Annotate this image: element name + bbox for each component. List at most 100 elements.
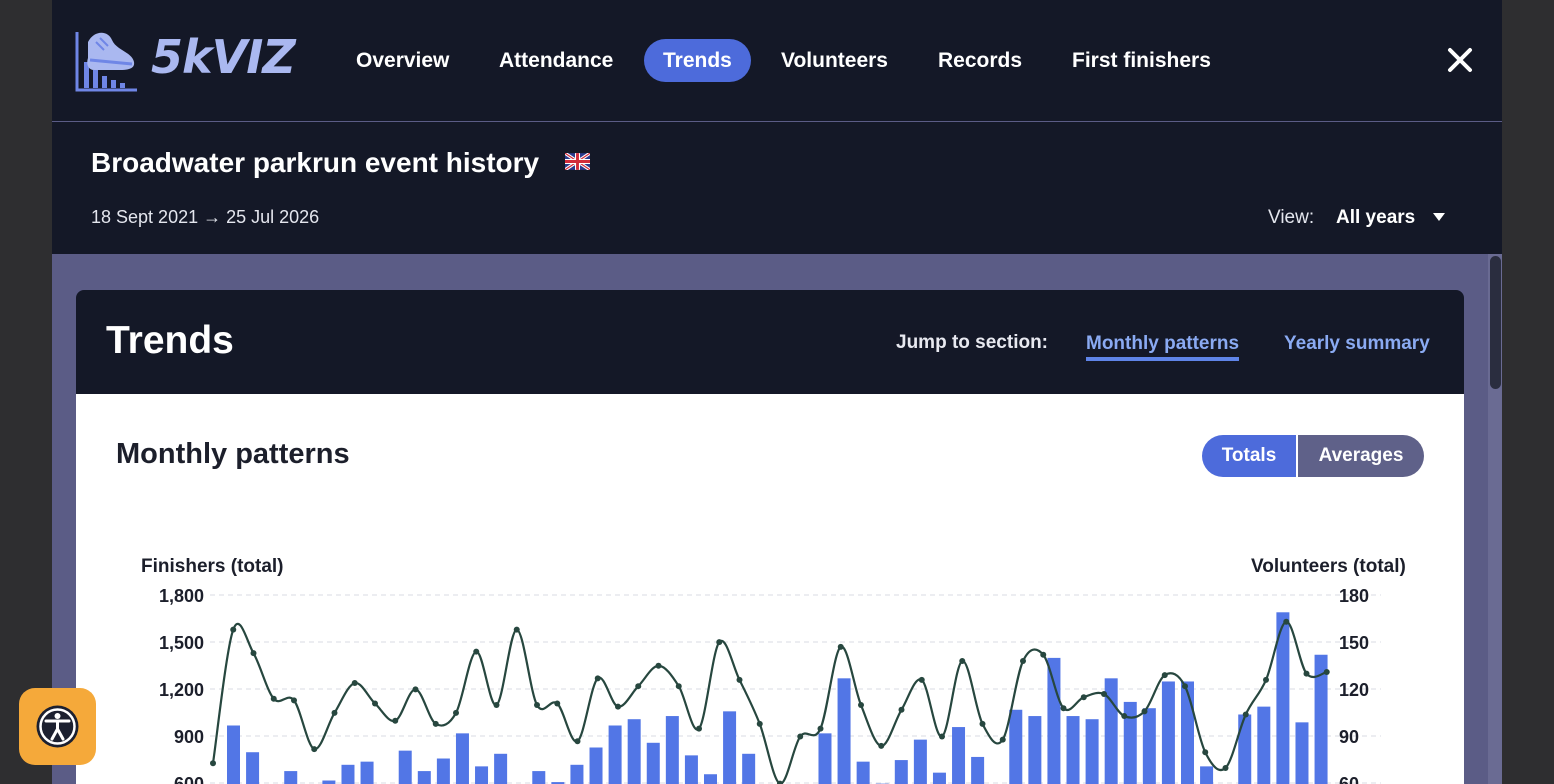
left-tick-label: 1,200 xyxy=(159,680,204,700)
nav-records[interactable]: Records xyxy=(919,39,1041,82)
line-point xyxy=(372,700,378,707)
bar xyxy=(818,733,832,784)
left-tick-label: 1,800 xyxy=(159,586,204,606)
bar xyxy=(227,725,240,784)
line-point xyxy=(878,742,885,749)
accessibility-button[interactable] xyxy=(19,688,96,765)
line-point xyxy=(493,702,500,709)
bar xyxy=(932,772,946,784)
bar xyxy=(417,771,431,784)
line-point xyxy=(270,695,277,702)
line-point xyxy=(351,680,358,687)
line-point xyxy=(675,683,682,690)
bar xyxy=(475,766,489,784)
view-label: View: xyxy=(1268,207,1315,228)
bar xyxy=(1238,714,1252,784)
section-title: Trends xyxy=(106,319,234,362)
line-point xyxy=(837,643,844,650)
bar xyxy=(1047,657,1061,784)
bar xyxy=(494,753,508,784)
line-point xyxy=(311,746,318,753)
bar xyxy=(398,750,412,784)
line-point xyxy=(979,720,986,727)
app-window: 5kVIZ Overview Attendance Trends Volunte… xyxy=(52,0,1502,784)
line-point xyxy=(1222,764,1229,771)
bar xyxy=(1009,709,1023,784)
uk-flag-icon xyxy=(565,153,590,170)
line-point xyxy=(453,709,459,716)
trends-header: Trends Jump to section: Monthly patterns… xyxy=(76,290,1464,394)
jump-link-yearly-summary[interactable]: Yearly summary xyxy=(1284,333,1430,355)
right-tick-label: 180 xyxy=(1339,586,1369,606)
line-point xyxy=(817,725,824,732)
line-point xyxy=(736,676,743,683)
line-point xyxy=(534,702,540,709)
bar xyxy=(913,739,927,784)
jump-to-label: Jump to section: xyxy=(896,332,1049,353)
bar xyxy=(971,756,985,784)
line-point xyxy=(858,702,864,709)
bar xyxy=(322,780,336,784)
bar xyxy=(360,761,374,784)
scrollbar-thumb[interactable] xyxy=(1490,256,1501,389)
line-point xyxy=(1020,658,1026,665)
line-point xyxy=(432,720,439,727)
bar xyxy=(570,764,584,784)
line-point xyxy=(1263,676,1269,683)
view-select[interactable]: All years xyxy=(1336,207,1415,229)
bar xyxy=(1028,716,1042,784)
line-point xyxy=(1303,670,1310,677)
left-tick-label: 900 xyxy=(174,727,204,747)
event-header: Broadwater parkrun event history 18 Sept… xyxy=(52,122,1502,254)
nav-overview[interactable]: Overview xyxy=(337,39,468,82)
line-point xyxy=(1060,705,1067,712)
bar xyxy=(952,727,966,784)
bar xyxy=(1085,719,1099,784)
app-logo-text[interactable]: 5kVIZ xyxy=(151,30,296,84)
line-point xyxy=(1040,651,1047,658)
bar xyxy=(856,761,870,784)
close-icon[interactable] xyxy=(1447,47,1473,73)
line-point xyxy=(939,733,945,740)
line-point xyxy=(574,738,581,745)
bar xyxy=(1295,722,1309,784)
right-tick-label: 60 xyxy=(1339,774,1359,784)
line-point xyxy=(898,706,905,713)
bar xyxy=(1066,716,1080,784)
bar xyxy=(1161,681,1175,784)
line-point xyxy=(210,760,216,767)
line-point xyxy=(594,675,601,682)
line-point xyxy=(1121,713,1128,720)
line-point xyxy=(230,626,237,633)
bar xyxy=(704,774,717,784)
right-tick-label: 150 xyxy=(1339,633,1369,653)
event-date-range: 18 Sept 2021 → 25 Jul 2026 xyxy=(91,207,320,227)
line-point xyxy=(1182,683,1188,690)
bar xyxy=(837,678,851,784)
line-point xyxy=(1323,669,1330,676)
volunteers-line xyxy=(211,620,1328,784)
page-title: Broadwater parkrun event history xyxy=(91,147,540,178)
nav-first-finishers[interactable]: First finishers xyxy=(1053,39,1230,82)
line-point xyxy=(1283,618,1290,625)
bar xyxy=(684,755,698,784)
line-point xyxy=(696,725,702,732)
line-point xyxy=(999,736,1006,743)
jump-link-monthly-patterns[interactable]: Monthly patterns xyxy=(1086,333,1240,361)
line-point xyxy=(1161,672,1168,679)
line-point xyxy=(250,650,257,657)
bar xyxy=(455,733,469,784)
line-point xyxy=(1202,749,1209,756)
line-point xyxy=(635,683,642,690)
chevron-down-icon[interactable] xyxy=(1433,213,1445,221)
left-tick-label: 600 xyxy=(174,774,204,784)
bar xyxy=(284,771,298,784)
line-point xyxy=(756,720,763,727)
line-point xyxy=(615,703,621,710)
nav-volunteers[interactable]: Volunteers xyxy=(762,39,907,82)
nav-attendance[interactable]: Attendance xyxy=(480,39,632,82)
nav-trends[interactable]: Trends xyxy=(644,39,751,82)
bar xyxy=(436,758,450,784)
right-tick-label: 90 xyxy=(1339,727,1359,747)
top-navigation: 5kVIZ Overview Attendance Trends Volunte… xyxy=(52,0,1502,121)
